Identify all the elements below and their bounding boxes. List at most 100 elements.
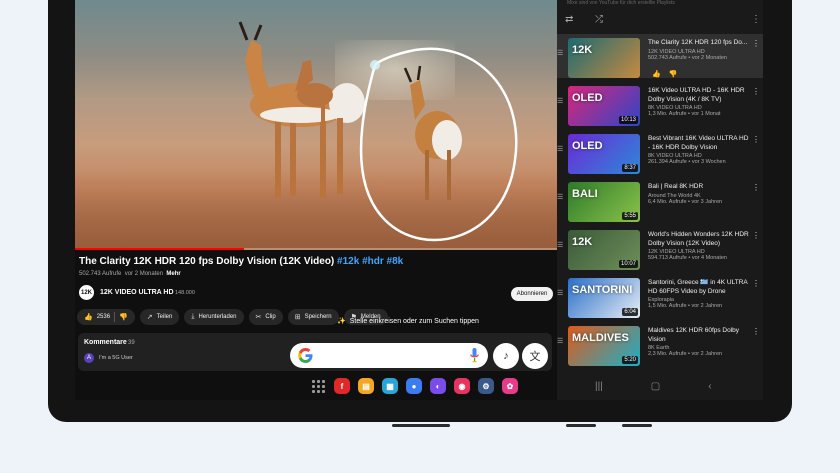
playlist-controls: ⇄ ⤮ ⋮	[565, 14, 761, 28]
video-meta: 502.743 Aufrufe vor 2 Monaten Mehr	[79, 271, 181, 277]
playlist-thumbnail[interactable]: OLED 8:37	[568, 134, 640, 174]
files-icon[interactable]: ▤	[358, 378, 374, 394]
camera-icon[interactable]: ◉	[454, 378, 470, 394]
thumbnail-label: 12K	[572, 236, 593, 248]
drag-handle-icon[interactable]: ☰	[557, 241, 563, 249]
more-options-icon[interactable]: ⋮	[752, 135, 760, 144]
playlist-item-info: Maldives 12K HDR 60fps Dolby Vision 8K Ea…	[648, 327, 752, 357]
playlist-item[interactable]: ☰ 12K 10:07 World's Hidden Wonders 12K HDR …	[557, 226, 763, 270]
hardware-button	[392, 424, 422, 427]
video-player[interactable]	[75, 0, 557, 250]
thumbnail-label: OLED	[572, 140, 603, 152]
playlist-item-info: 16K Video ULTRA HD - 16K HDR Dolby Visio…	[648, 87, 752, 117]
hardware-button	[566, 424, 596, 427]
playlist-item[interactable]: ☰ BALI 5:55 Bali | Real 8K HDR Around The Wo…	[557, 178, 763, 222]
more-options-icon[interactable]: ⋮	[752, 279, 760, 288]
channel-avatar[interactable]: 12K	[79, 285, 94, 300]
playlist-thumbnail[interactable]: OLED 10:13	[568, 86, 640, 126]
microphone-icon[interactable]	[470, 348, 479, 363]
playlist-thumbnail[interactable]: MALDIVES 5:20	[568, 326, 640, 366]
upload-age: vor 2 Monaten	[124, 271, 164, 277]
playlist-item[interactable]: ☰ OLED 10:13 16K Video ULTRA HD - 16K HDR D…	[557, 82, 763, 126]
music-search-button[interactable]: ♪	[493, 343, 519, 369]
playlist-thumbnail[interactable]: 12K 10:07	[568, 230, 640, 270]
video-duration: 6:04	[622, 308, 638, 316]
playlist-item-info: World's Hidden Wonders 12K HDR Dolby Vis…	[648, 231, 752, 261]
channel-name[interactable]: 12K VIDEO ULTRA HD	[100, 289, 174, 296]
share-button[interactable]: ↗ Teilen	[139, 309, 180, 325]
playlist-like-dislike[interactable]: 👍 👎	[652, 70, 677, 78]
playlist-item-meta: 261.394 Aufrufe • vor 3 Wochen	[648, 159, 726, 165]
playlist-item[interactable]: ☰ SANTORINI 6:04 Santorini, Greece 🇬🇷 in 4K…	[557, 274, 763, 318]
clip-button[interactable]: ✂ Clip	[248, 309, 283, 325]
playlist-thumbnail[interactable]: SANTORINI 6:04	[568, 278, 640, 318]
bixby-icon[interactable]: ✿	[502, 378, 518, 394]
save-button[interactable]: ⊞ Speichern	[287, 309, 339, 325]
comments-count: 39	[128, 340, 135, 346]
more-options-icon[interactable]: ⋮	[752, 39, 760, 48]
repeat-icon[interactable]: ⇄	[565, 14, 573, 25]
more-link[interactable]: Mehr	[166, 271, 180, 277]
playlist-item-info: Best Vibrant 16K Video ULTRA HD - 16K HD…	[648, 135, 752, 165]
video-progress-bar[interactable]	[75, 248, 557, 250]
video-hashtags[interactable]: #12k #hdr #8k	[337, 256, 403, 267]
download-button[interactable]: ⤓ Herunterladen	[184, 309, 244, 325]
playlist-item-meta: 1,5 Mio. Aufrufe • vor 2 Jahren	[648, 303, 723, 309]
playlist-item-info: Santorini, Greece 🇬🇷 in 4K ULTRA HD 60FP…	[648, 279, 752, 309]
playlist-item-title: Santorini, Greece 🇬🇷 in 4K ULTRA HD 60FP…	[648, 279, 748, 295]
playlist-more-icon[interactable]: ⋮	[751, 14, 761, 25]
subscriber-count: 148.000	[175, 290, 195, 296]
video-duration: 5:20	[622, 356, 638, 364]
sparkle-icon: ✨	[337, 318, 346, 325]
calendar-icon[interactable]: ▦	[382, 378, 398, 394]
more-options-icon[interactable]: ⋮	[752, 231, 760, 240]
playlist-item-info: The Clarity 12K HDR 120 fps Do... 12K VID…	[648, 39, 752, 61]
thumbs-down-icon[interactable]: 👎	[119, 313, 128, 321]
like-dislike-chip[interactable]: 👍 2536 👎	[77, 309, 135, 325]
messages-icon[interactable]: ●	[406, 378, 422, 394]
taskbar: f ▤ ▦ ● ◐ ◉ ⚙ ✿	[310, 376, 518, 396]
internet-icon[interactable]: ◐	[430, 378, 446, 394]
save-label: Speichern	[304, 314, 332, 320]
navigation-bar: ||| ▢ ‹	[595, 381, 712, 395]
back-icon[interactable]: ‹	[708, 381, 711, 395]
thumbs-up-icon[interactable]: 👍	[84, 313, 93, 321]
settings-icon[interactable]: ⚙	[478, 378, 494, 394]
recent-apps-icon[interactable]: |||	[595, 381, 603, 395]
playlist-hint: Mixe sind von YouTube für dich erstellte…	[567, 0, 675, 6]
drag-handle-icon[interactable]: ☰	[557, 289, 563, 297]
playlist-item-title: Best Vibrant 16K Video ULTRA HD - 16K HD…	[648, 135, 749, 151]
share-label: Teilen	[156, 314, 173, 320]
antelope-right	[403, 65, 462, 200]
chip-divider	[114, 312, 116, 322]
translate-icon: 文	[529, 351, 541, 363]
thumbnail-label: SANTORINI	[572, 284, 633, 296]
thumbs-down-icon[interactable]: 👎	[669, 71, 678, 78]
playlist-thumbnail[interactable]: 12K	[568, 38, 640, 78]
drag-handle-icon[interactable]: ☰	[557, 337, 563, 345]
translate-button[interactable]: 文	[522, 343, 548, 369]
playlist-item-title: Maldives 12K HDR 60fps Dolby Vision	[648, 327, 740, 343]
home-icon[interactable]: ▢	[651, 381, 660, 395]
playlist-item[interactable]: ☰ OLED 8:37 Best Vibrant 16K Video ULTRA HD…	[557, 130, 763, 174]
more-options-icon[interactable]: ⋮	[752, 87, 760, 96]
playlist-item[interactable]: ☰ 12K The Clarity 12K HDR 120 fps Do... 12K…	[557, 34, 763, 78]
drag-handle-icon[interactable]: ☰	[557, 49, 563, 57]
drag-handle-icon[interactable]: ☰	[557, 97, 563, 105]
google-search-bar[interactable]	[290, 343, 488, 368]
flipboard-icon[interactable]: f	[334, 378, 350, 394]
playlist-thumbnail[interactable]: BALI 5:55	[568, 182, 640, 222]
drag-handle-icon[interactable]: ☰	[557, 145, 563, 153]
drag-handle-icon[interactable]: ☰	[557, 193, 563, 201]
shuffle-icon[interactable]: ⤮	[595, 14, 603, 25]
playlist-item-title: Bali | Real 8K HDR	[648, 183, 704, 190]
thumbs-up-icon[interactable]: 👍	[652, 71, 661, 78]
hardware-button	[622, 424, 652, 427]
more-options-icon[interactable]: ⋮	[752, 327, 760, 336]
subscribe-button[interactable]: Abonnieren	[511, 287, 553, 301]
download-label: Herunterladen	[198, 314, 237, 320]
playlist-item[interactable]: ☰ MALDIVES 5:20 Maldives 12K HDR 60fps Dolb…	[557, 322, 763, 366]
video-duration: 10:13	[618, 116, 638, 124]
more-options-icon[interactable]: ⋮	[752, 183, 760, 192]
app-drawer-icon[interactable]	[310, 378, 326, 394]
